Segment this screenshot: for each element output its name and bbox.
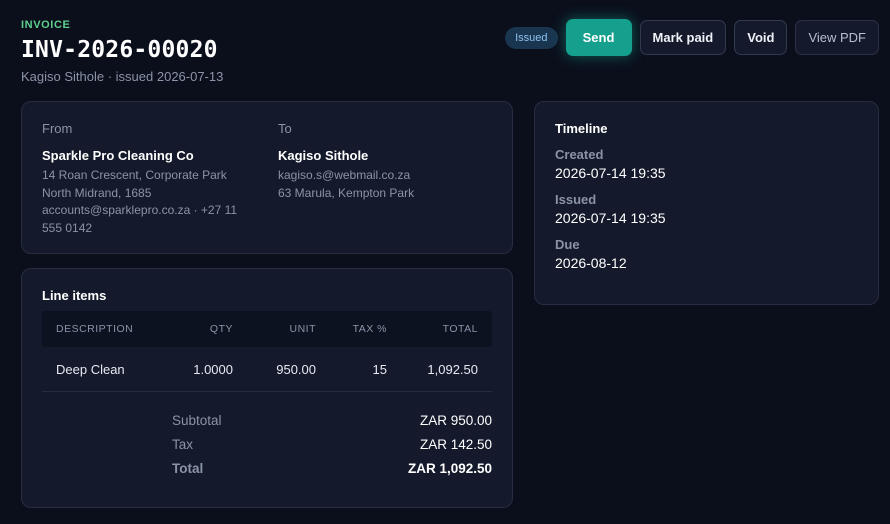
subtotal-value: ZAR 950.00 bbox=[419, 412, 492, 428]
from-address-line-1: 14 Roan Crescent, Corporate Park bbox=[42, 168, 227, 182]
from-label: From bbox=[42, 121, 73, 136]
table-row: Deep Clean 1.0000 950.00 15 1,092.50 bbox=[42, 347, 492, 392]
from-contact: accounts@sparklepro.co.za · +27 11 555 0… bbox=[42, 203, 238, 235]
column-header-description: DESCRIPTION bbox=[56, 323, 134, 335]
to-party: To Kagiso Sithole kagiso.s@webmail.co.za… bbox=[278, 121, 488, 202]
column-header-qty: QTY bbox=[209, 323, 233, 335]
tax-value: ZAR 142.50 bbox=[419, 436, 492, 452]
total-value: ZAR 1,092.50 bbox=[407, 460, 492, 476]
table-header: DESCRIPTION QTY UNIT TAX % TOTAL bbox=[42, 311, 492, 347]
tax-row: Tax ZAR 142.50 bbox=[172, 432, 492, 456]
row-total: 1,092.50 bbox=[427, 361, 478, 377]
timeline-created-value: 2026-07-14 19:35 bbox=[555, 165, 666, 181]
total-row: Total ZAR 1,092.50 bbox=[172, 456, 492, 480]
void-button[interactable]: Void bbox=[734, 20, 788, 55]
timeline-due-value: 2026-08-12 bbox=[555, 255, 627, 271]
column-header-tax: TAX % bbox=[352, 323, 387, 335]
row-unit: 950.00 bbox=[276, 361, 316, 377]
line-items-title: Line items bbox=[42, 288, 107, 303]
column-header-total: TOTAL bbox=[442, 323, 478, 335]
timeline-title: Timeline bbox=[555, 121, 608, 136]
status-badge: Issued bbox=[505, 26, 558, 49]
to-name: Kagiso Sithole bbox=[278, 148, 369, 163]
from-address-line-2: North Midrand, 1685 bbox=[42, 185, 152, 200]
parties-card: From Sparkle Pro Cleaning Co 14 Roan Cre… bbox=[21, 101, 513, 254]
timeline-card: Timeline Created 2026-07-14 19:35 Issued… bbox=[534, 101, 879, 305]
mark-paid-button[interactable]: Mark paid bbox=[639, 20, 727, 55]
row-tax: 15 bbox=[372, 361, 387, 377]
tax-label: Tax bbox=[172, 436, 194, 452]
from-party: From Sparkle Pro Cleaning Co 14 Roan Cre… bbox=[42, 121, 252, 237]
timeline-list: Created 2026-07-14 19:35 Issued 2026-07-… bbox=[555, 147, 666, 282]
column-header-unit: UNIT bbox=[289, 323, 316, 335]
row-qty: 1.0000 bbox=[193, 361, 233, 377]
invoice-eyebrow: INVOICE bbox=[21, 19, 71, 31]
send-button[interactable]: Send bbox=[565, 19, 632, 56]
to-address: 63 Marula, Kempton Park bbox=[278, 185, 415, 200]
action-bar: Issued Send Mark paid Void View PDF bbox=[505, 19, 879, 56]
page-title: INV-2026-00020 bbox=[21, 37, 218, 63]
totals-block: Subtotal ZAR 950.00 Tax ZAR 142.50 Total… bbox=[172, 408, 492, 480]
total-label: Total bbox=[172, 460, 204, 476]
timeline-issued-value: 2026-07-14 19:35 bbox=[555, 210, 666, 226]
from-name: Sparkle Pro Cleaning Co bbox=[42, 148, 194, 163]
row-description: Deep Clean bbox=[56, 361, 125, 377]
subtotal-label: Subtotal bbox=[172, 412, 222, 428]
to-label: To bbox=[278, 121, 292, 136]
invoice-subtitle: Kagiso Sithole · issued 2026-07-13 bbox=[21, 69, 224, 84]
view-pdf-button[interactable]: View PDF bbox=[795, 20, 879, 55]
line-items-table: DESCRIPTION QTY UNIT TAX % TOTAL Deep Cl… bbox=[42, 311, 492, 392]
timeline-issued-label: Issued bbox=[555, 192, 597, 207]
line-items-card: Line items DESCRIPTION QTY UNIT TAX % TO… bbox=[21, 268, 513, 508]
to-email: kagiso.s@webmail.co.za bbox=[278, 168, 411, 182]
timeline-created-label: Created bbox=[555, 147, 604, 162]
timeline-due-label: Due bbox=[555, 237, 580, 252]
subtotal-row: Subtotal ZAR 950.00 bbox=[172, 408, 492, 432]
